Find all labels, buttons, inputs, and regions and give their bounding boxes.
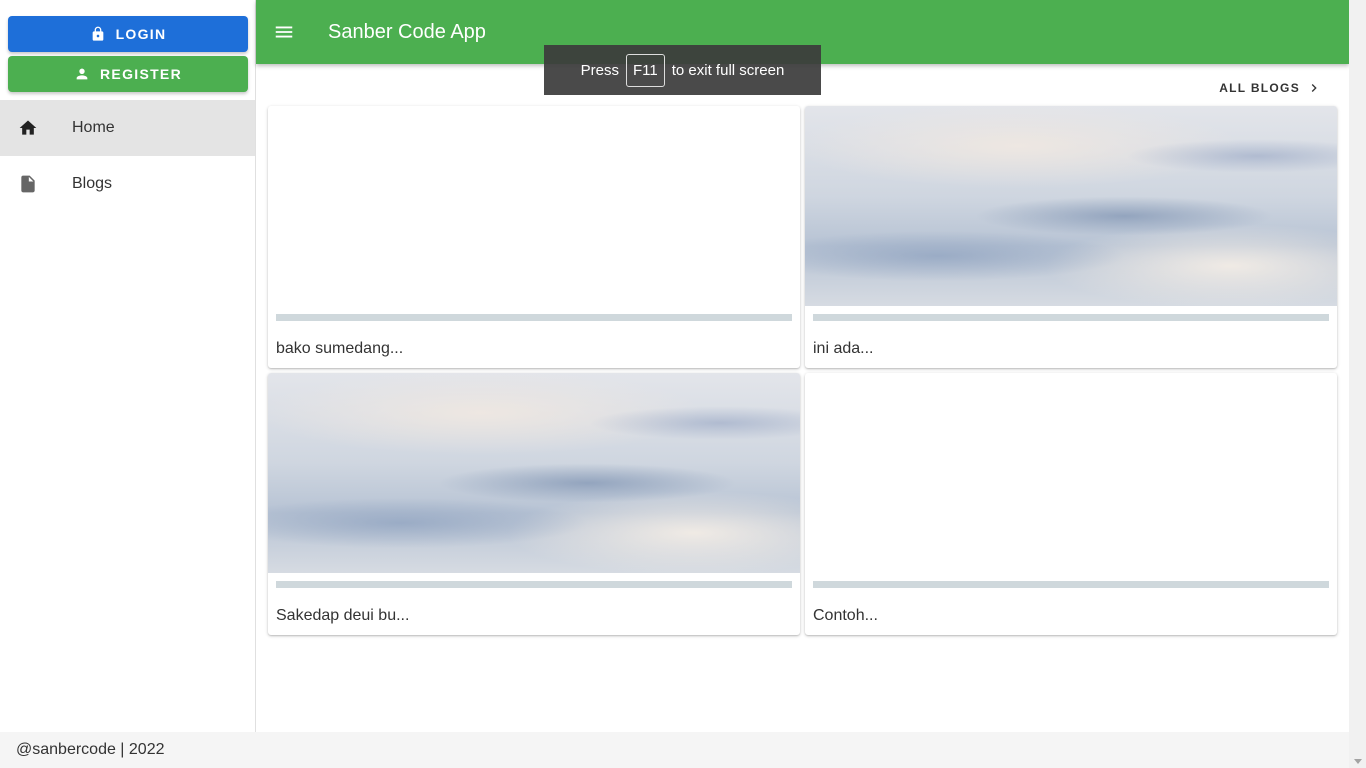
sidebar-item-home[interactable]: Home <box>0 100 255 156</box>
sidebar-item-label: Blogs <box>72 175 113 192</box>
lock-icon <box>92 26 103 41</box>
blog-card-image <box>268 106 800 306</box>
vertical-scrollbar[interactable] <box>1349 0 1366 768</box>
home-icon <box>18 118 38 138</box>
menu-button[interactable] <box>260 8 308 56</box>
blog-card-title: Contoh... <box>813 607 878 624</box>
blog-card-title: Sakedap deui bu... <box>276 607 410 624</box>
scroll-down-arrow-icon[interactable] <box>1354 759 1362 764</box>
menu-icon <box>275 26 293 38</box>
loading-bar <box>276 581 792 588</box>
navigation-drawer: LOGIN REGISTER Home Blogs <box>0 0 256 732</box>
blog-card-image <box>805 106 1337 306</box>
loading-bar <box>813 581 1329 588</box>
blog-card-title: bako sumedang... <box>276 340 404 357</box>
login-button[interactable]: LOGIN <box>8 16 248 52</box>
footer: @sanbercode | 2022 <box>0 732 1349 768</box>
fullscreen-notice-prefix: Press <box>580 61 620 79</box>
sidebar-nav: Home Blogs <box>0 100 255 212</box>
all-blogs-label: ALL BLOGS <box>1219 81 1300 95</box>
person-icon <box>76 68 88 80</box>
register-label: REGISTER <box>100 66 182 82</box>
blog-card-image <box>805 373 1337 573</box>
loading-bar <box>813 314 1329 321</box>
blog-card[interactable]: ini ada... <box>805 106 1337 368</box>
fullscreen-notice: Press F11 to exit full screen <box>544 45 821 95</box>
sidebar-item-blogs[interactable]: Blogs <box>0 156 255 212</box>
blog-card-image <box>268 373 800 573</box>
blog-card[interactable]: Contoh... <box>805 373 1337 635</box>
all-blogs-button[interactable]: ALL BLOGS <box>1219 80 1322 96</box>
blog-card-title: ini ada... <box>813 340 874 357</box>
sidebar-item-label: Home <box>72 119 115 136</box>
blog-card[interactable]: bako sumedang... <box>268 106 800 368</box>
register-button[interactable]: REGISTER <box>8 56 248 92</box>
blog-card[interactable]: Sakedap deui bu... <box>268 373 800 635</box>
chevron-right-icon <box>1311 84 1317 92</box>
loading-bar <box>276 314 792 321</box>
app-title: Sanber Code App <box>328 20 486 43</box>
login-label: LOGIN <box>115 26 167 42</box>
footer-text: @sanbercode | 2022 <box>16 741 165 758</box>
document-icon <box>18 174 38 194</box>
f11-key-badge: F11 <box>626 53 665 87</box>
fullscreen-notice-suffix: to exit full screen <box>671 61 785 79</box>
